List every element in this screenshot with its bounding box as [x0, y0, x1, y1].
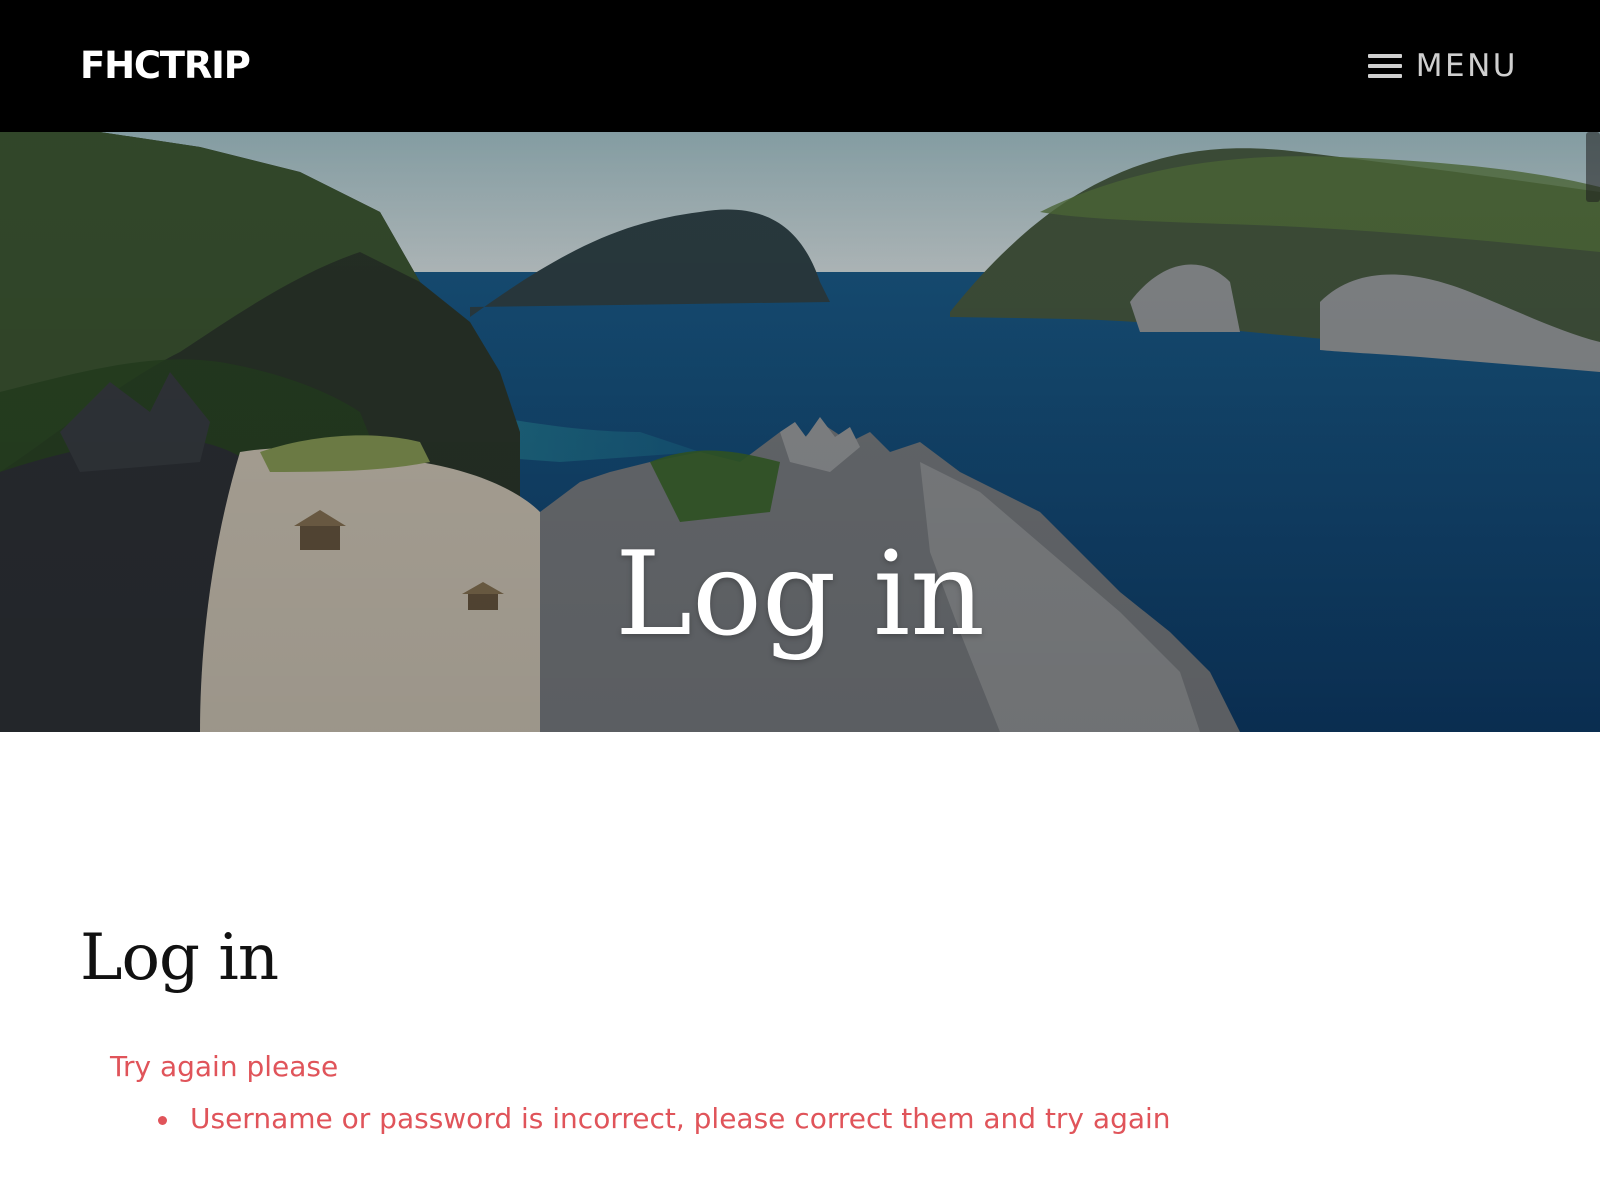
menu-label: MENU	[1415, 47, 1518, 84]
error-title: Try again please	[110, 1050, 339, 1083]
site-logo[interactable]: FHCTRIP	[80, 44, 251, 87]
scrollbar-thumb[interactable]	[1586, 132, 1600, 202]
hero-title: Log in	[615, 527, 985, 662]
menu-button[interactable]: MENU	[1367, 44, 1518, 88]
page-title: Log in	[80, 921, 279, 995]
hamburger-icon	[1367, 52, 1402, 80]
error-list: Username or password is incorrect, pleas…	[158, 1102, 1520, 1136]
site-header: FHCTRIP MENU	[0, 0, 1600, 132]
main-content: Log in Try again please Username or pass…	[80, 732, 1520, 1135]
error-message: Username or password is incorrect, pleas…	[158, 1102, 1520, 1136]
hero-banner: Log in	[0, 132, 1600, 732]
error-alert: Try again please Username or password is…	[110, 1050, 1520, 1135]
